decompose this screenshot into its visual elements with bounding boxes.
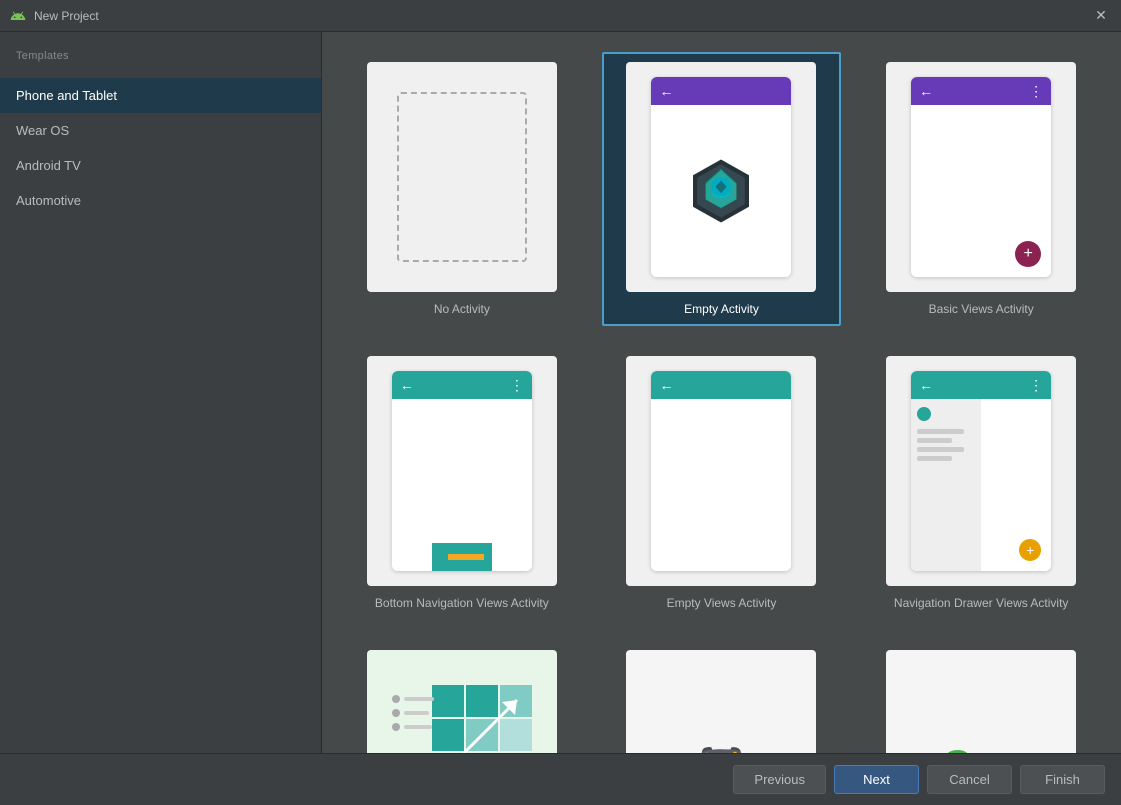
basic-views-toolbar: ← ⋮ [911,77,1051,105]
back-arrow-icon: ← [919,377,933,393]
template-basic-views-label: Basic Views Activity [929,302,1034,316]
diagonal-arrow-icon [437,690,527,753]
template-empty-activity[interactable]: ← [602,52,842,326]
sidebar-item-android-tv[interactable]: Android TV [0,148,321,183]
template-nav-drawer-preview: ← ⋮ + [886,356,1076,586]
basic-views-body: + [911,105,1051,277]
empty-activity-body [651,105,791,277]
template-basic-views[interactable]: ← ⋮ + Basic Views Activity [861,52,1101,326]
template-empty-activity-label: Empty Activity [684,302,759,316]
empty-views-toolbar: ← [651,371,791,399]
sidebar-item-automotive[interactable]: Automotive [0,183,321,218]
empty-views-phone: ← [651,371,791,571]
main-content: Templates Phone and Tablet Wear OS Andro… [0,32,1121,753]
nav-drawer-line-4 [917,456,952,461]
nav-drawer-toolbar: ← ⋮ [911,371,1051,399]
sidebar-section-label: Templates [0,42,321,78]
empty-views-body [651,399,791,571]
basic-views-phone: ← ⋮ + [911,77,1051,277]
window-title: New Project [34,9,1091,23]
bottom-nav-indicator [448,554,484,560]
fab-button: + [1015,241,1041,267]
nav-drawer-line-1 [917,429,963,434]
template-empty-views-label: Empty Views Activity [667,596,777,610]
nav-drawer-line-3 [917,447,963,452]
template-bottom-nav-label: Bottom Navigation Views Activity [375,596,549,610]
close-button[interactable]: ✕ [1091,7,1111,24]
nav-drawer-circle [917,407,931,421]
template-responsive-views[interactable]: + Responsive Views Activity [342,640,582,753]
bottom-nav-toolbar: ← ⋮ [392,371,532,399]
nav-drawer-body: + [911,399,1051,571]
bottom-nav-bar [432,543,492,571]
cpp-logo-icon: C++ [941,741,1020,753]
responsive-preview-container: + [392,675,532,753]
template-bottom-navigation[interactable]: ← ⋮ Bottom Navigation Views Activity [342,346,582,620]
android-icon [10,8,26,24]
back-arrow-icon: ← [659,83,673,99]
templates-grid: No Activity ← [322,32,1121,753]
template-game-preview: 🎮 [626,650,816,753]
nav-drawer-line-2 [917,438,952,443]
template-empty-activity-preview: ← [626,62,816,292]
next-button[interactable]: Next [834,765,919,794]
template-no-activity-preview [367,62,557,292]
sidebar-item-phone-tablet[interactable]: Phone and Tablet [0,78,321,113]
hex-android-logo [686,156,756,226]
nav-drawer-fab: + [1019,539,1041,561]
sidebar-item-wear-os[interactable]: Wear OS [0,113,321,148]
footer: Previous Next Cancel Finish [0,753,1121,805]
bottom-nav-phone: ← ⋮ [392,371,532,571]
bottom-nav-body [392,399,532,571]
template-responsive-preview: + [367,650,557,753]
back-arrow-icon: ← [400,377,414,393]
template-nav-drawer-label: Navigation Drawer Views Activity [894,596,1069,610]
menu-dots-icon: ⋮ [510,377,524,394]
sidebar: Templates Phone and Tablet Wear OS Andro… [0,32,322,753]
template-basic-views-preview: ← ⋮ + [886,62,1076,292]
back-arrow-icon: ← [919,83,933,99]
template-bottom-nav-preview: ← ⋮ [367,356,557,586]
nav-drawer-panel [911,399,981,571]
empty-activity-phone: ← [651,77,791,277]
title-bar: New Project ✕ [0,0,1121,32]
no-activity-dashed-box [397,92,527,262]
template-cpp-preview: C++ [886,650,1076,753]
finish-button[interactable]: Finish [1020,765,1105,794]
template-game-activity[interactable]: 🎮 Game Activity [602,640,842,753]
template-no-activity[interactable]: No Activity [342,52,582,326]
android-logo [651,105,791,277]
menu-dots-icon: ⋮ [1029,83,1043,100]
back-arrow-icon: ← [659,377,673,393]
menu-dots-icon: ⋮ [1029,377,1043,394]
template-no-activity-label: No Activity [434,302,490,316]
template-native-cpp[interactable]: C++ Native C++ [861,640,1101,753]
previous-button[interactable]: Previous [733,765,826,794]
list-items-left [392,695,434,731]
cancel-button[interactable]: Cancel [927,765,1012,794]
template-empty-views-preview: ← [626,356,816,586]
nav-drawer-phone: ← ⋮ + [911,371,1051,571]
template-empty-views[interactable]: ← Empty Views Activity [602,346,842,620]
game-controller-icon: 🎮 [692,737,752,754]
empty-activity-toolbar: ← [651,77,791,105]
template-nav-drawer[interactable]: ← ⋮ + N [861,346,1101,620]
